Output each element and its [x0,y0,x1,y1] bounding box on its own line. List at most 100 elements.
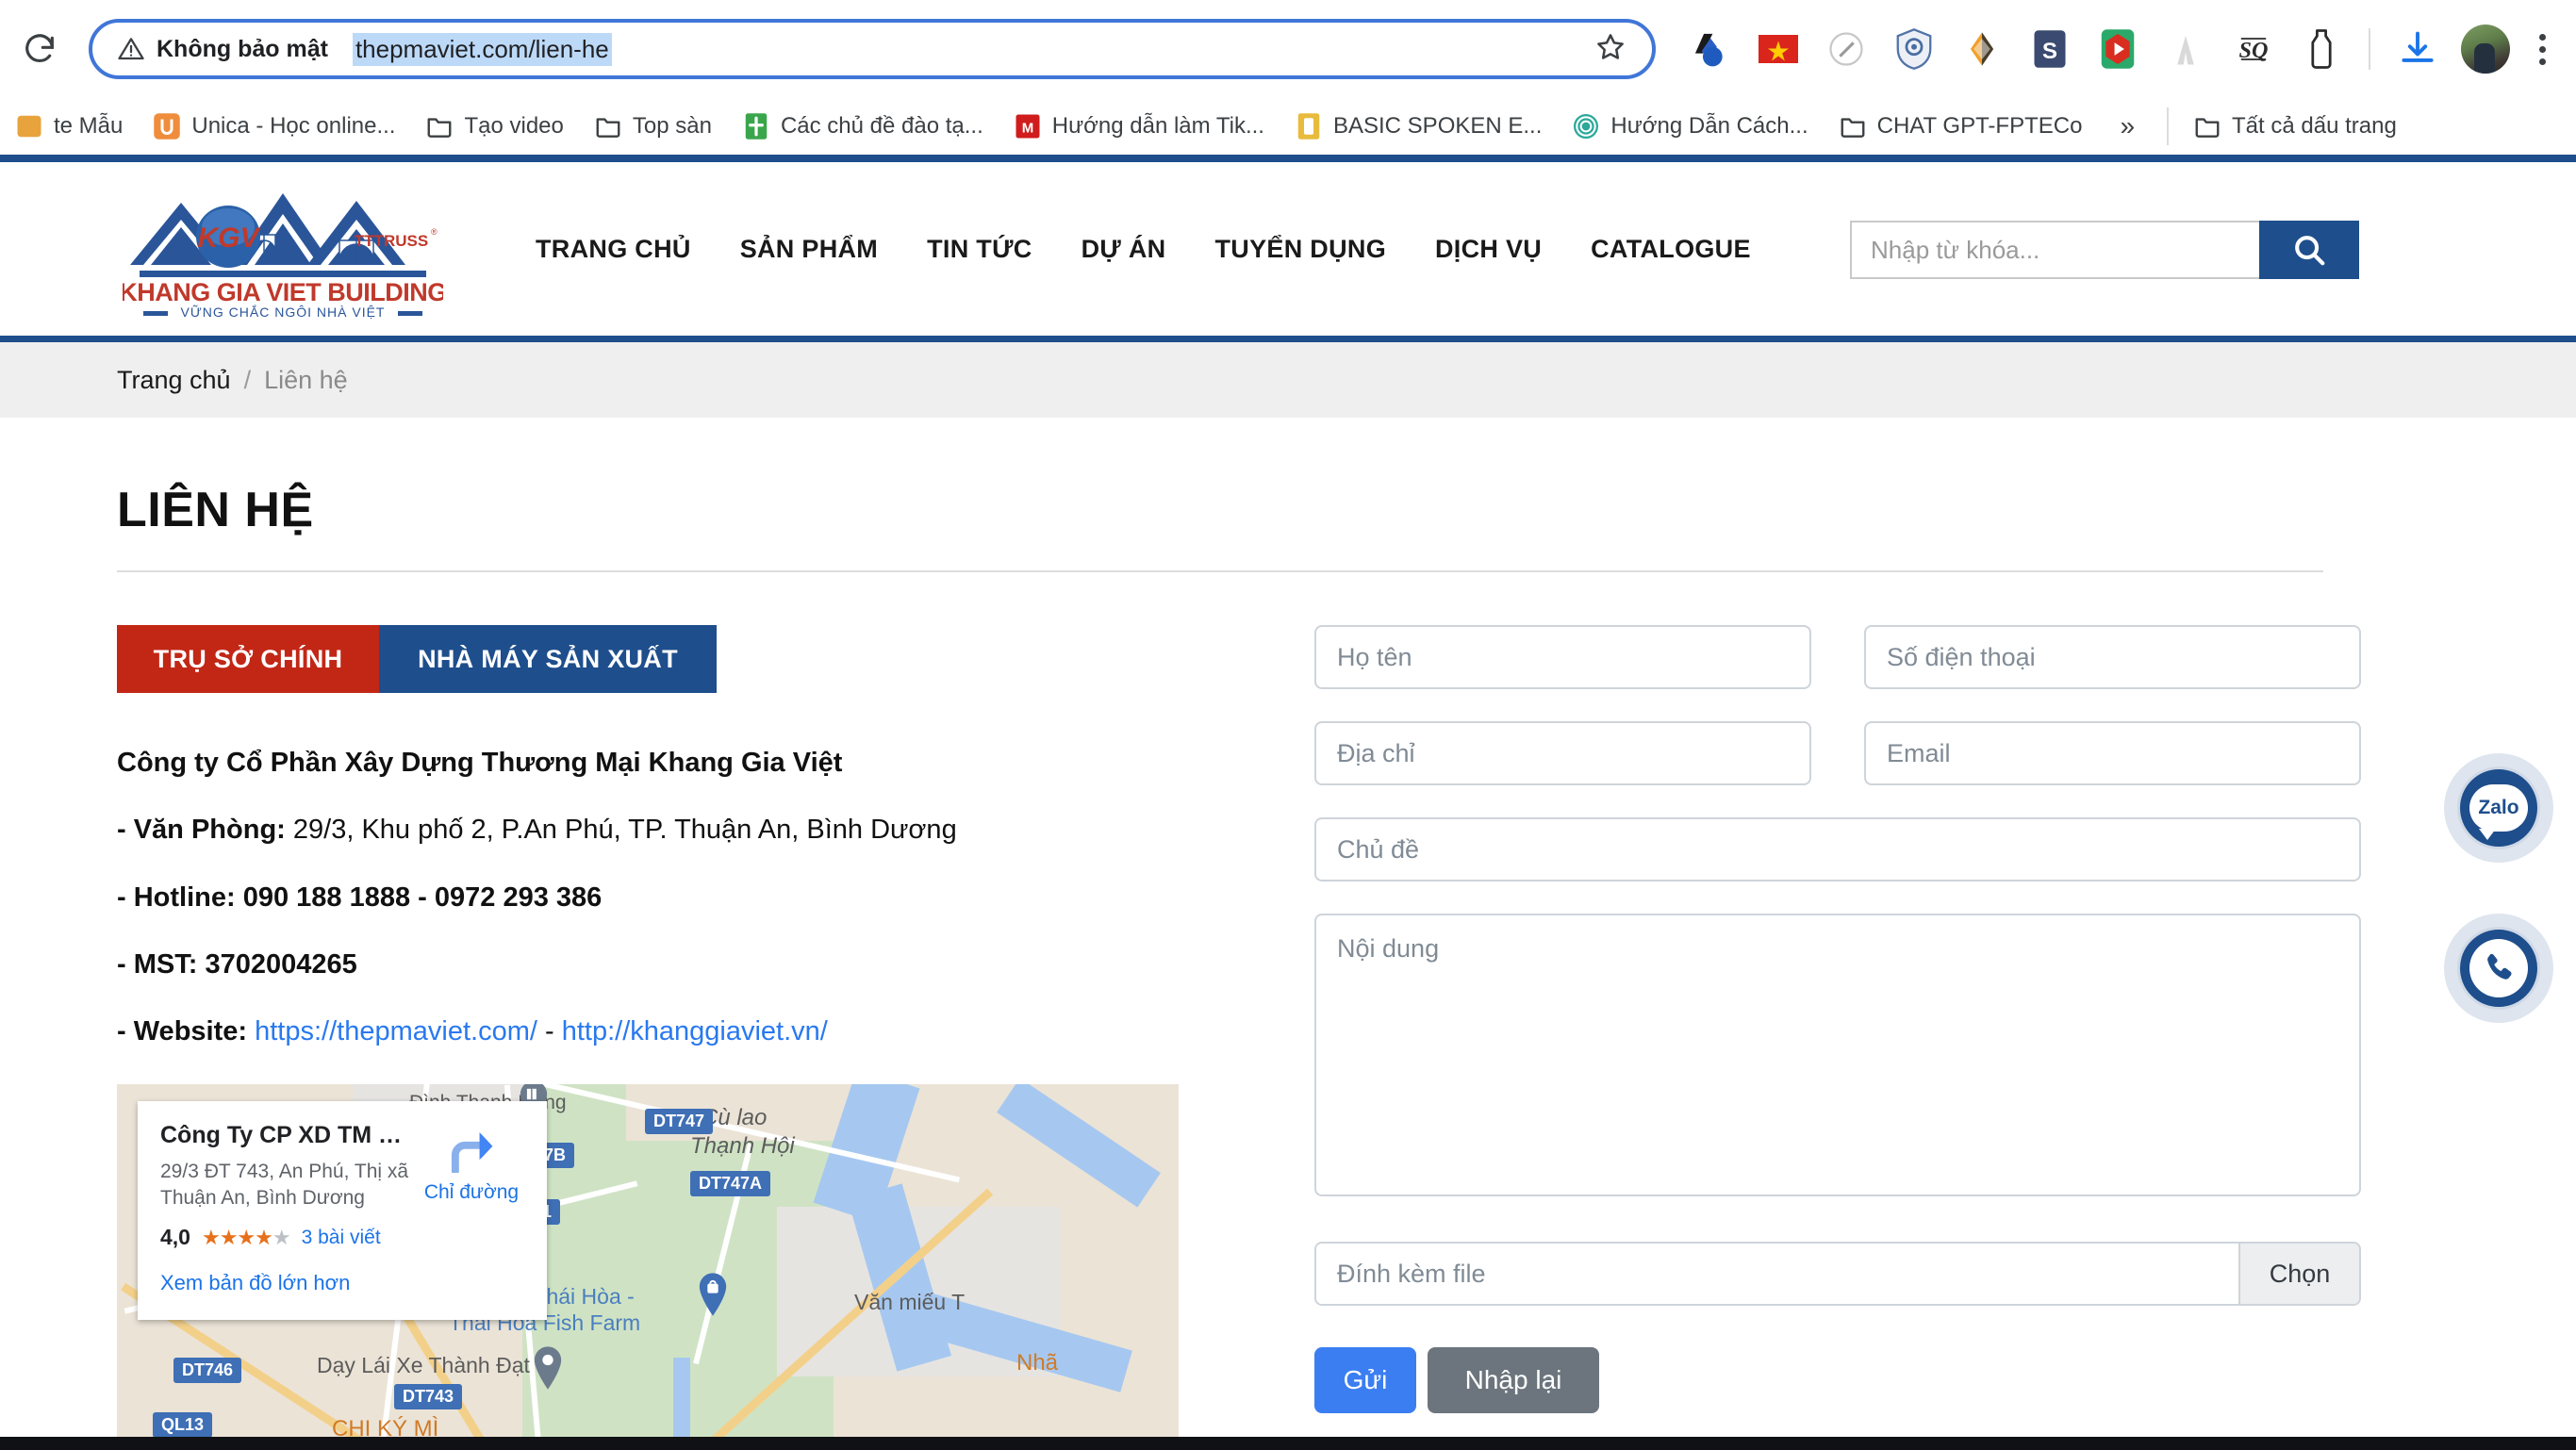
nav-item-trang-chu[interactable]: TRANG CHỦ [511,235,716,264]
bookmark-item[interactable]: BASIC SPOKEN E... [1280,102,1557,151]
site-logo[interactable]: KGV TTTRUSS ® KHANG GIA VIET BUILDING VỮ… [119,178,447,320]
map-label: Văn miếu T [854,1289,966,1314]
teal-spiral-icon [1574,114,1599,139]
play-hex-icon[interactable] [2084,21,2152,77]
bookmark-label: Các chủ đề đào tạ... [780,113,983,139]
bookmark-item[interactable]: CHAT GPT-FPTECo [1824,102,2098,151]
reset-button[interactable]: Nhập lại [1428,1347,1599,1413]
sq-script-icon[interactable]: SQ [2220,21,2287,77]
map-pin-icon [534,1346,562,1390]
website-link-2[interactable]: http://khanggiaviet.vn/ [562,1016,828,1046]
url-text[interactable]: thepmaviet.com/lien-he [352,32,612,66]
pencil-circle-icon[interactable] [1812,21,1880,77]
map-place-title: Công Ty CP XD TM Khang Gia ... [160,1121,419,1148]
zalo-chat-button[interactable]: Zalo [2444,753,2553,863]
map-rating-value: 4,0 [160,1225,190,1250]
shield-badge-icon[interactable] [1880,21,1948,77]
map-card-body: Công Ty CP XD TM Khang Gia ... 29/3 ĐT 7… [160,1122,419,1296]
nav-item-tin-tuc[interactable]: TIN TỨC [902,235,1056,264]
map-label: Nhã [1016,1349,1059,1376]
orange-diamond-icon[interactable] [1948,21,2016,77]
bookmark-item[interactable]: M Hướng dẫn làm Tik... [999,102,1280,151]
extension-ax-icon[interactable] [1676,21,1744,77]
mst-value: 3702004265 [205,949,357,980]
file-name-input[interactable] [1316,1244,2238,1304]
file-attach-row: Chọn [1314,1242,2361,1306]
contact-form-column: Chọn Gửi Nhập lại [1314,625,2361,1450]
vietnam-flag-icon[interactable] [1744,21,1812,77]
warning-triangle-icon [118,38,144,60]
zalo-label: Zalo [2478,797,2519,818]
search-icon [2295,236,2325,266]
bookmark-item[interactable]: Unica - Học online... [138,102,410,151]
tab-nha-may-san-xuat[interactable]: NHÀ MÁY SẢN XUẤT [379,625,717,693]
nav-item-du-an[interactable]: DỰ ÁN [1057,235,1191,264]
address-input[interactable] [1314,721,1811,785]
fullname-input[interactable] [1314,625,1811,689]
map-road-shield: DT743 [394,1383,463,1409]
profile-avatar[interactable] [2452,21,2519,77]
breadcrumb: Trang chủ / Liên hệ [0,342,2576,418]
search-button[interactable] [2259,221,2359,279]
choose-file-button[interactable]: Chọn [2238,1244,2359,1304]
website-line: - Website: https://thepmaviet.com/ - htt… [117,1016,1239,1047]
website-label: - Website: [117,1016,248,1047]
title-divider [117,570,2323,572]
map-view-larger-link[interactable]: Xem bản đồ lớn hơn [160,1271,419,1295]
security-status-label: Không bảo mật [157,35,328,62]
red-m-icon: M [1016,114,1040,139]
three-dot-menu-icon[interactable] [2519,23,2565,75]
message-textarea[interactable] [1314,914,2361,1196]
submit-button[interactable]: Gửi [1314,1347,1416,1413]
phone-input[interactable] [1864,625,2361,689]
office-label: - Văn Phòng: [117,815,286,846]
nav-item-tuyen-dung[interactable]: TUYỂN DỤNG [1190,235,1411,264]
subject-input[interactable] [1314,817,2361,882]
nav-item-catalogue[interactable]: CATALOGUE [1566,235,1775,264]
bookmark-label: Unica - Học online... [191,113,396,139]
hotline-value: 090 188 1888 - 0972 293 386 [242,882,603,913]
bookmark-item[interactable]: Tạo video [410,102,578,151]
bookmark-item[interactable]: Hướng Dẫn Cách... [1557,102,1823,151]
company-name: Công ty Cổ Phần Xây Dựng Thương Mại Khan… [117,748,843,778]
map-directions-button[interactable]: Chỉ đường [419,1122,524,1296]
star-outline-icon[interactable] [1593,30,1627,69]
page-content: LIÊN HỆ TRỤ SỞ CHÍNH NHÀ MÁY SẢN XUẤT Cô… [0,482,2576,1450]
browser-chrome: Không bảo mật thepmaviet.com/lien-he S S… [0,0,2576,155]
address-bar[interactable]: Không bảo mật thepmaviet.com/lien-he [89,19,1656,79]
email-input[interactable] [1864,721,2361,785]
breadcrumb-home-link[interactable]: Trang chủ [117,366,231,395]
bookmark-item[interactable]: Top sàn [579,102,727,151]
folder-icon [2195,118,2220,138]
website-link-1[interactable]: https://thepmaviet.com/ [255,1016,537,1046]
google-map-embed[interactable]: Đình Thạnh Bưng Cù lao Thạnh Hội Trại cá… [117,1083,1179,1450]
bottle-outline-icon[interactable] [2287,21,2355,77]
svg-text:KGV: KGV [197,222,261,254]
page-title: LIÊN HỆ [117,483,314,537]
bookmarks-overflow-button[interactable]: » [2097,111,2157,141]
tab-tru-so-chinh[interactable]: TRỤ SỞ CHÍNH [117,625,379,693]
folder-icon [428,118,452,138]
main-nav: TRANG CHỦ SẢN PHẨM TIN TỨC DỰ ÁN TUYỂN D… [511,235,1775,264]
all-bookmarks-button[interactable]: Tất cả dấu trang [2178,102,2412,151]
location-tabs: TRỤ SỞ CHÍNH NHÀ MÁY SẢN XUẤT [117,625,1239,693]
all-bookmarks-label: Tất cả dấu trang [2232,113,2397,139]
mountain-a-icon[interactable] [2152,21,2220,77]
shopee-s-icon[interactable]: S [2016,21,2084,77]
mst-line: - MST: 3702004265 [117,949,1239,980]
map-reviews-link[interactable]: 3 bài viết [302,1227,381,1249]
website-dash: - [544,1016,554,1047]
bookmark-item[interactable]: te Mẫu [0,102,138,151]
bookmark-label: Hướng Dẫn Cách... [1610,113,1808,139]
folder-icon [596,118,620,138]
bookmark-item[interactable]: Các chủ đề đào tạ... [727,102,999,151]
nav-item-dich-vu[interactable]: DỊCH VỤ [1411,235,1566,264]
nav-item-san-pham[interactable]: SẢN PHẨM [716,235,902,264]
security-status[interactable]: Không bảo mật [117,35,328,63]
phone-call-button[interactable] [2444,914,2553,1023]
map-place-card: Công Ty CP XD TM Khang Gia ... 29/3 ĐT 7… [138,1100,547,1321]
search-input[interactable] [1850,221,2259,279]
reload-icon[interactable] [15,25,64,74]
bookmark-label: Hướng dẫn làm Tik... [1051,113,1264,139]
download-icon[interactable] [2384,21,2452,77]
